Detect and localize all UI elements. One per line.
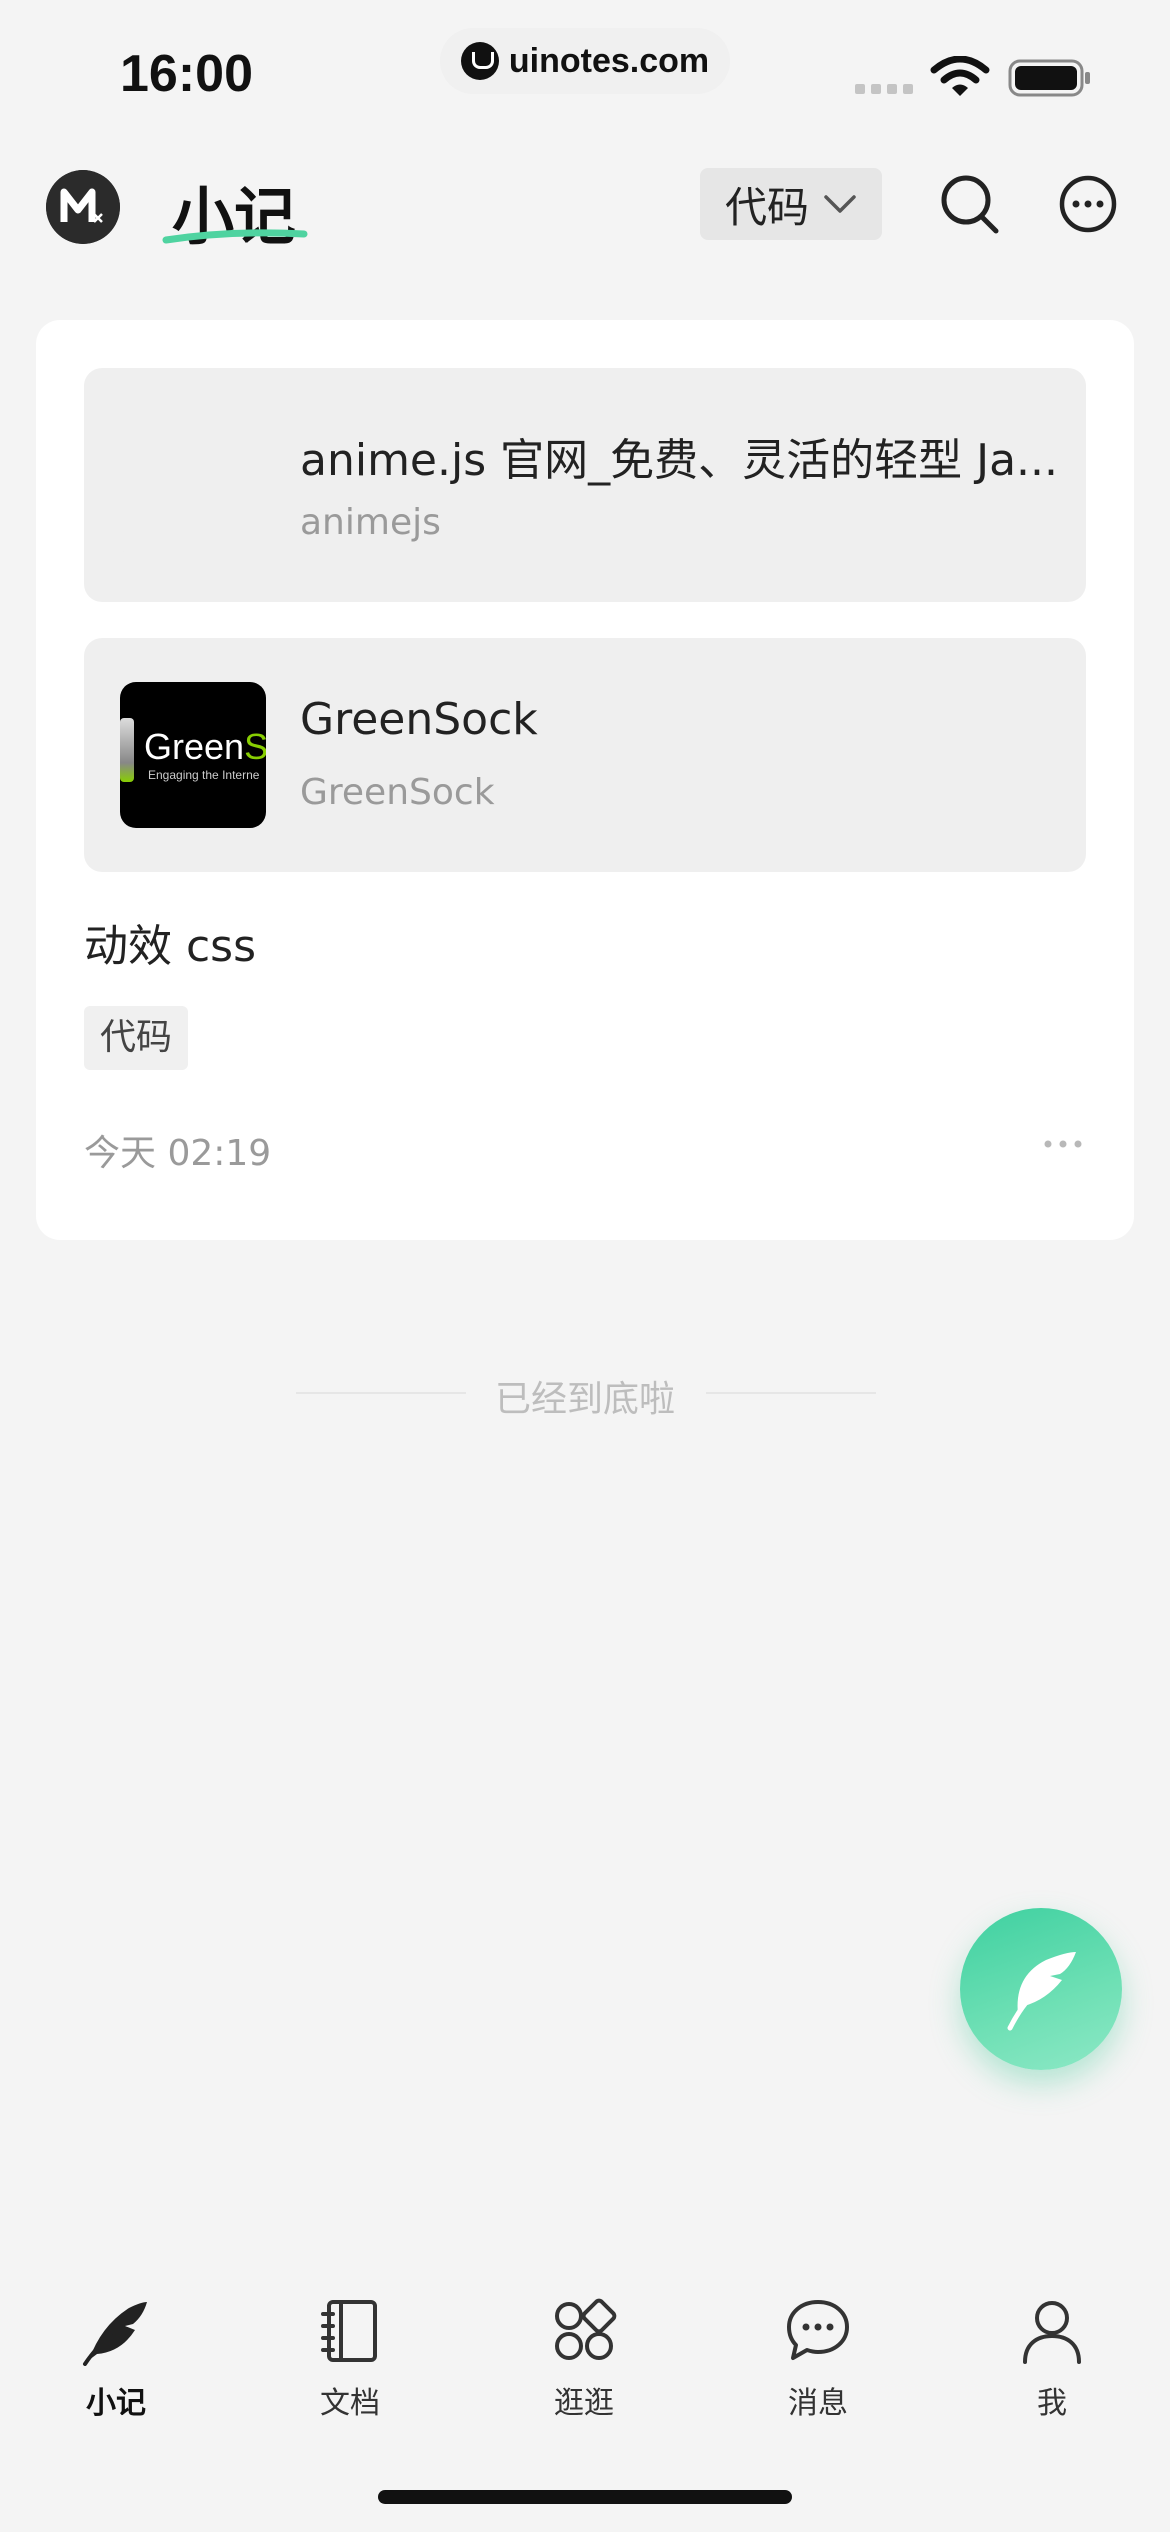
- tab-label: 小记: [86, 2386, 146, 2421]
- url-text: uinotes.com: [508, 41, 710, 80]
- note-tag[interactable]: 代码: [84, 1006, 189, 1070]
- url-pill[interactable]: uinotes.com: [440, 28, 730, 94]
- note-timestamp: 今天 02:19: [84, 1133, 272, 1174]
- link-card-greensock[interactable]: GreenSc Engaging the Interne GreenSock G…: [84, 638, 1086, 872]
- new-note-button[interactable]: [960, 1908, 1122, 2070]
- status-bar: 16:00 uinotes.com: [0, 0, 1170, 140]
- cellular-signal-icon: [855, 84, 913, 94]
- search-icon[interactable]: [940, 174, 1000, 236]
- divider-right: [706, 1392, 876, 1394]
- link-card-animejs[interactable]: anime.js 官网_免费、灵活的轻型 Ja... animejs: [84, 368, 1086, 602]
- explore-grid-icon: [555, 2298, 617, 2360]
- tab-label: 我: [1037, 2386, 1067, 2421]
- title-underline-decoration: [162, 229, 308, 244]
- tab-explore[interactable]: 逛逛: [514, 2296, 654, 2436]
- link-domain: animejs: [300, 502, 441, 543]
- tab-messages[interactable]: 消息: [748, 2296, 888, 2436]
- feather-pen-icon: [1007, 1952, 1076, 2031]
- link-thumbnail: [120, 412, 266, 558]
- wifi-icon: [930, 56, 990, 96]
- note-card[interactable]: anime.js 官网_免费、灵活的轻型 Ja... animejs Green…: [36, 320, 1134, 1240]
- note-text: 动效 css: [84, 921, 257, 972]
- user-icon: [1023, 2301, 1081, 2364]
- tag-filter-dropdown[interactable]: 代码: [700, 168, 882, 240]
- status-time: 16:00: [120, 45, 253, 103]
- thumb-logo-subtext: Engaging the Interne: [148, 768, 260, 782]
- tab-notes[interactable]: 小记: [46, 2296, 186, 2436]
- thumb-logo-text: GreenSc: [144, 726, 266, 767]
- home-indicator[interactable]: [378, 2490, 792, 2504]
- chevron-down-icon: [824, 195, 856, 213]
- battery-icon: [1008, 59, 1090, 97]
- tab-documents[interactable]: 文档: [280, 2296, 420, 2436]
- header: 小记 代码: [0, 150, 1170, 260]
- tab-label: 文档: [320, 2386, 380, 2421]
- app-logo-m-icon[interactable]: [46, 170, 120, 244]
- chat-bubble-icon: [787, 2300, 849, 2360]
- link-domain: GreenSock: [300, 772, 495, 813]
- feather-icon: [83, 2302, 147, 2366]
- link-title: anime.js 官网_免费、灵活的轻型 Ja...: [300, 435, 1059, 486]
- end-of-list-text: 已经到底啦: [494, 1379, 675, 1420]
- filter-label: 代码: [724, 182, 809, 232]
- more-options-icon[interactable]: [1058, 174, 1118, 234]
- tab-label: 逛逛: [554, 2386, 614, 2421]
- tab-label: 消息: [788, 2386, 848, 2421]
- ellipsis-icon[interactable]: [1042, 1138, 1084, 1150]
- greensock-logo-thumbnail: GreenSc Engaging the Interne: [120, 682, 266, 828]
- notebook-icon: [321, 2300, 377, 2362]
- site-logo-icon: [460, 42, 499, 80]
- tab-me[interactable]: 我: [982, 2296, 1122, 2436]
- greensock-mascot-icon: [120, 718, 134, 782]
- link-title: GreenSock: [300, 694, 538, 745]
